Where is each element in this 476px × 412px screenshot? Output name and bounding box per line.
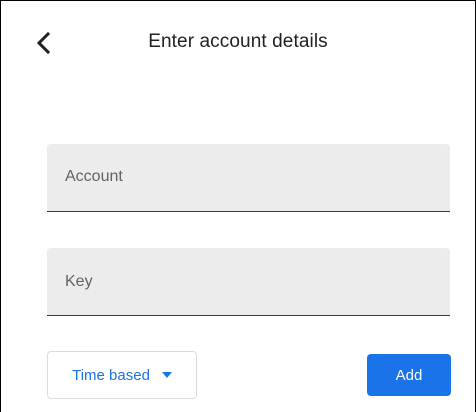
key-field[interactable] [47, 248, 450, 316]
add-button[interactable]: Add [367, 354, 451, 396]
caret-down-icon [161, 372, 172, 378]
account-input[interactable] [47, 144, 450, 211]
app-bar: Enter account details [1, 1, 475, 85]
key-input[interactable] [47, 248, 450, 315]
page-title: Enter account details [148, 31, 328, 52]
key-type-selected-label: Time based [72, 366, 150, 384]
account-field[interactable] [47, 144, 450, 212]
enter-account-details-screen: Enter account details Time based Add [0, 0, 476, 412]
key-type-dropdown[interactable]: Time based [47, 351, 197, 399]
